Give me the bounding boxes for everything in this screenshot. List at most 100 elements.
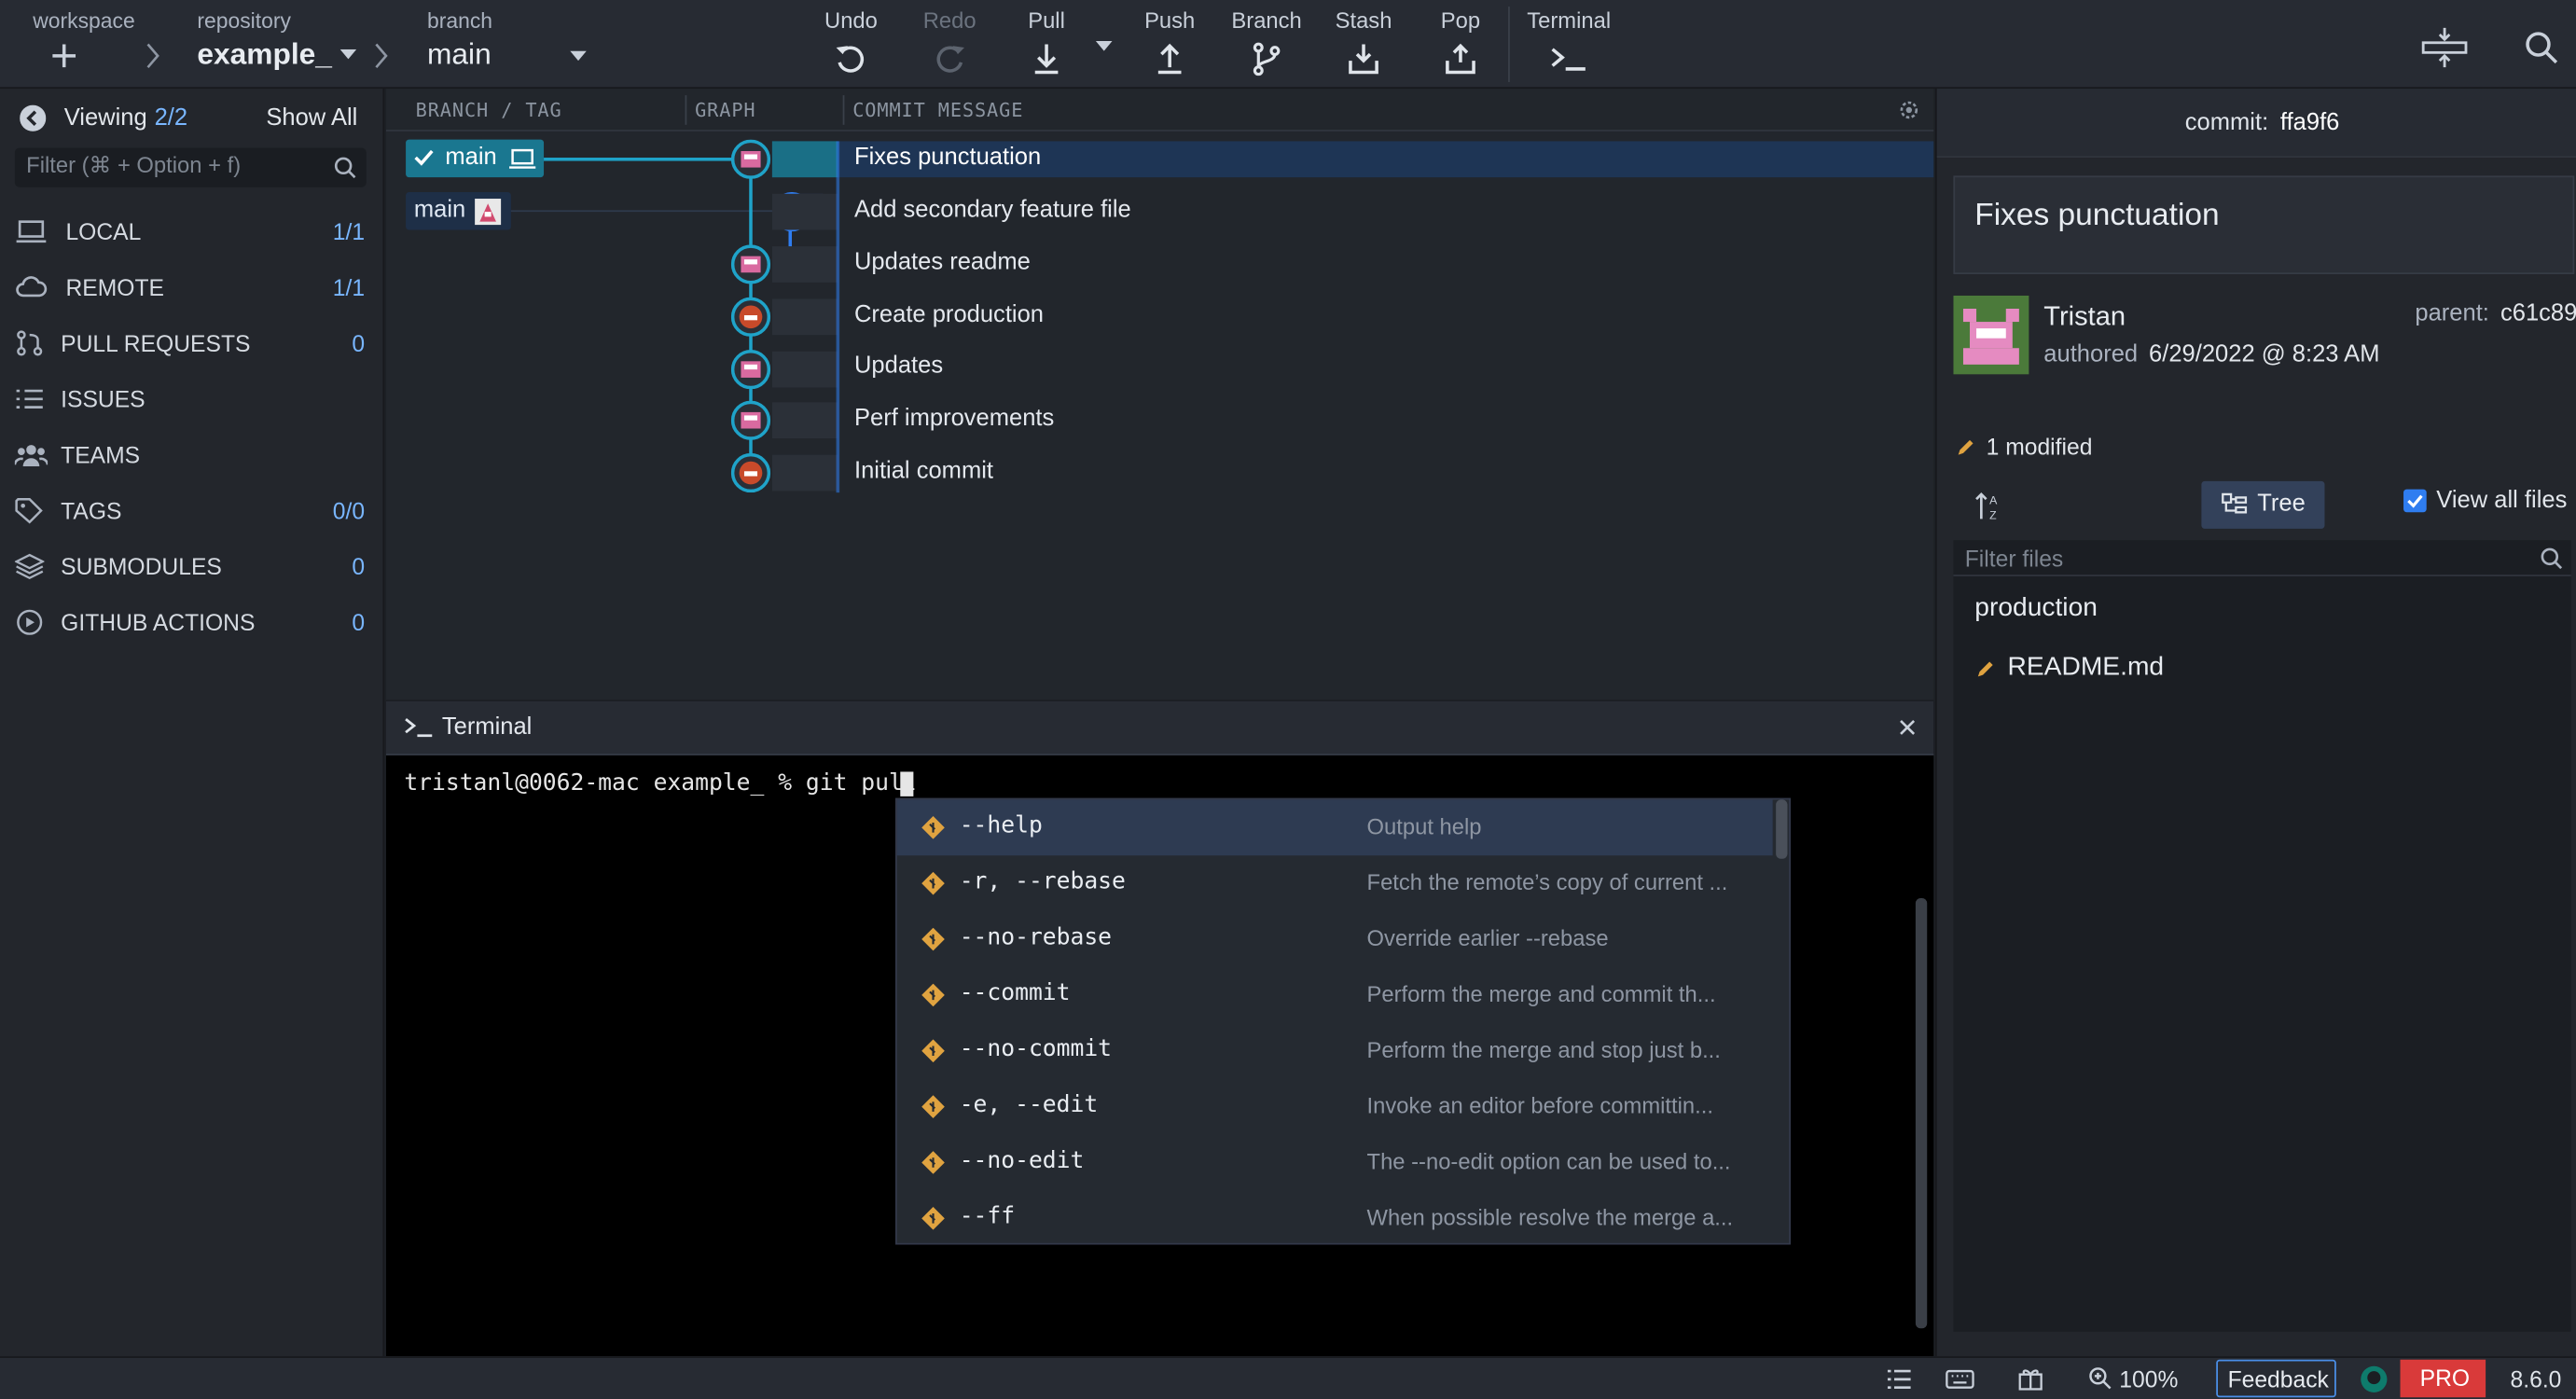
git-diamond-icon [921,1095,945,1118]
list-icon[interactable] [1886,1368,1912,1392]
redo-icon [932,41,968,77]
autocomplete-option: -e, --edit [959,1091,1099,1118]
autocomplete-menu: --help Output help -r, --rebase Fetch th… [895,797,1792,1246]
autocomplete-item[interactable]: --commit Perform the merge and commit th… [897,967,1773,1023]
terminal-scrollbar[interactable] [1915,898,1928,1329]
terminal-panel[interactable]: Terminal tristanl@0062-mac example_ % gi… [385,700,1934,1357]
undo-button[interactable]: Undo [822,8,880,77]
show-all-button[interactable]: Show All [266,105,357,132]
sidebar-item-github-actions[interactable]: GITHUB ACTIONS 0 [0,594,384,650]
commit-lane-cell [771,402,838,439]
sidebar-item-label: TAGS [61,497,122,524]
file-name[interactable]: README.md [2008,654,2165,684]
commit-message[interactable]: Perf improvements [854,406,1054,432]
branch-dropdown-icon[interactable] [570,50,587,62]
commit-message-box[interactable]: Fixes punctuation [1953,175,2575,275]
git-diamond-icon [921,927,945,951]
terminal-button[interactable]: Terminal [1525,8,1613,77]
sidebar-item-submodules[interactable]: SUBMODULES 0 [0,538,384,594]
pull-button[interactable]: Pull [1018,8,1074,77]
autocomplete-item[interactable]: --no-rebase Override earlier --rebase [897,911,1773,967]
push-button[interactable]: Push [1140,8,1198,77]
branch-label-name: main [445,144,497,172]
parent-sha[interactable]: c61c89 [2500,300,2576,326]
repository-dropdown-icon[interactable] [339,48,357,60]
layout-toggle-icon[interactable] [2418,24,2471,70]
sidebar-item-remote[interactable]: REMOTE 1/1 [0,259,384,315]
branch-button[interactable]: Branch [1229,8,1305,77]
autocomplete-option: --ff [959,1203,1016,1230]
autocomplete-description: When possible resolve the merge a... [1366,1205,1734,1230]
sidebar-item-pull-requests[interactable]: PULL REQUESTS 0 [0,315,384,371]
commit-message[interactable]: Fixes punctuation [854,145,1041,171]
authored-date: 6/29/2022 @ 8:23 AM [2149,341,2380,368]
commit-message[interactable]: Initial commit [854,458,993,484]
branch-connector [544,158,733,161]
undo-icon [833,41,869,77]
sidebar-filter-input[interactable]: Filter (⌘ + Option + f) [14,147,367,187]
search-icon[interactable] [2524,30,2560,66]
commit-sha[interactable]: ffa9f6 [2280,110,2339,136]
push-label: Push [1144,7,1196,34]
close-icon[interactable] [1898,717,1918,737]
stash-label: Stash [1335,7,1392,34]
folder-name[interactable]: production [1974,594,2098,624]
commit-details-panel: commit: ffa9f6 Fixes punctuation Tristan… [1935,89,2576,1357]
autocomplete-item[interactable]: --no-commit Perform the merge and stop j… [897,1023,1773,1079]
modified-count: 1 modified [1986,433,2093,460]
tag-icon [15,497,45,524]
sidebar-item-tags[interactable]: TAGS 0/0 [0,483,384,539]
autocomplete-scrollbar[interactable] [1776,799,1788,859]
stash-button[interactable]: Stash [1334,8,1392,77]
tree-view-button[interactable]: Tree [2201,480,2325,529]
autocomplete-item[interactable]: -e, --edit Invoke an editor before commi… [897,1079,1773,1135]
commit-avatar[interactable] [730,350,771,390]
sidebar-item-local[interactable]: LOCAL 1/1 [0,203,384,259]
pro-badge[interactable]: PRO [2400,1359,2486,1398]
gear-icon[interactable] [1898,99,1921,122]
autocomplete-description: Output help [1366,814,1482,839]
redo-button[interactable]: Redo [920,8,978,77]
autocomplete-item[interactable]: --ff When possible resolve the merge a..… [897,1190,1773,1246]
branch-label-remote[interactable]: main [406,191,511,230]
commit-avatar[interactable] [730,400,771,440]
back-circle-icon[interactable] [20,104,47,132]
repository-name[interactable]: example_ [197,37,332,72]
commit-avatar[interactable] [730,297,771,337]
pop-button[interactable]: Pop [1433,8,1489,77]
autocomplete-item[interactable]: --no-edit The --no-edit option can be us… [897,1135,1773,1191]
commit-message[interactable]: Updates readme [854,250,1031,276]
commit-lane-cell [771,454,838,492]
sidebar-item-teams[interactable]: TEAMS [0,427,384,483]
commit-message[interactable]: Create production [854,302,1044,328]
zoom-level[interactable]: 100% [2119,1366,2178,1392]
repository-label: repository [197,7,291,34]
gift-icon[interactable] [2017,1366,2043,1391]
view-all-files-checkbox[interactable] [2403,489,2427,513]
commit-avatar[interactable] [730,452,771,493]
keyboard-icon[interactable] [1946,1368,1975,1392]
commit-message[interactable]: Add secondary feature file [854,197,1131,223]
autocomplete-item[interactable]: --help Output help [896,799,1773,856]
add-workspace-icon[interactable] [49,41,79,71]
autocomplete-option: -r, --rebase [959,868,1126,895]
branch-label-local[interactable]: main [406,139,545,178]
view-all-files-label: View all files [2436,487,2568,515]
commit-message[interactable]: Updates [854,353,943,380]
branch-name[interactable]: main [427,37,492,72]
column-header-message: COMMIT MESSAGE [852,98,1024,122]
feedback-button[interactable]: Feedback [2216,1359,2336,1398]
pull-options-dropdown-icon[interactable] [1095,41,1113,51]
autocomplete-description: Perform the merge and stop just b... [1366,1037,1721,1063]
autocomplete-item[interactable]: -r, --rebase Fetch the remote’s copy of … [897,855,1773,911]
commit-avatar[interactable] [730,244,771,284]
sort-icon[interactable]: AZ [1974,490,2006,522]
sidebar-item-issues[interactable]: ISSUES [0,371,384,427]
svg-text:A: A [1989,493,1998,506]
commit-avatar[interactable] [730,139,771,179]
svg-text:Z: Z [1989,508,1997,521]
zoom-icon[interactable] [2088,1366,2112,1391]
filter-files-input[interactable]: Filter files [1953,540,2571,576]
autocomplete-option: --no-rebase [959,924,1113,951]
parent-label: parent: [2415,300,2489,327]
